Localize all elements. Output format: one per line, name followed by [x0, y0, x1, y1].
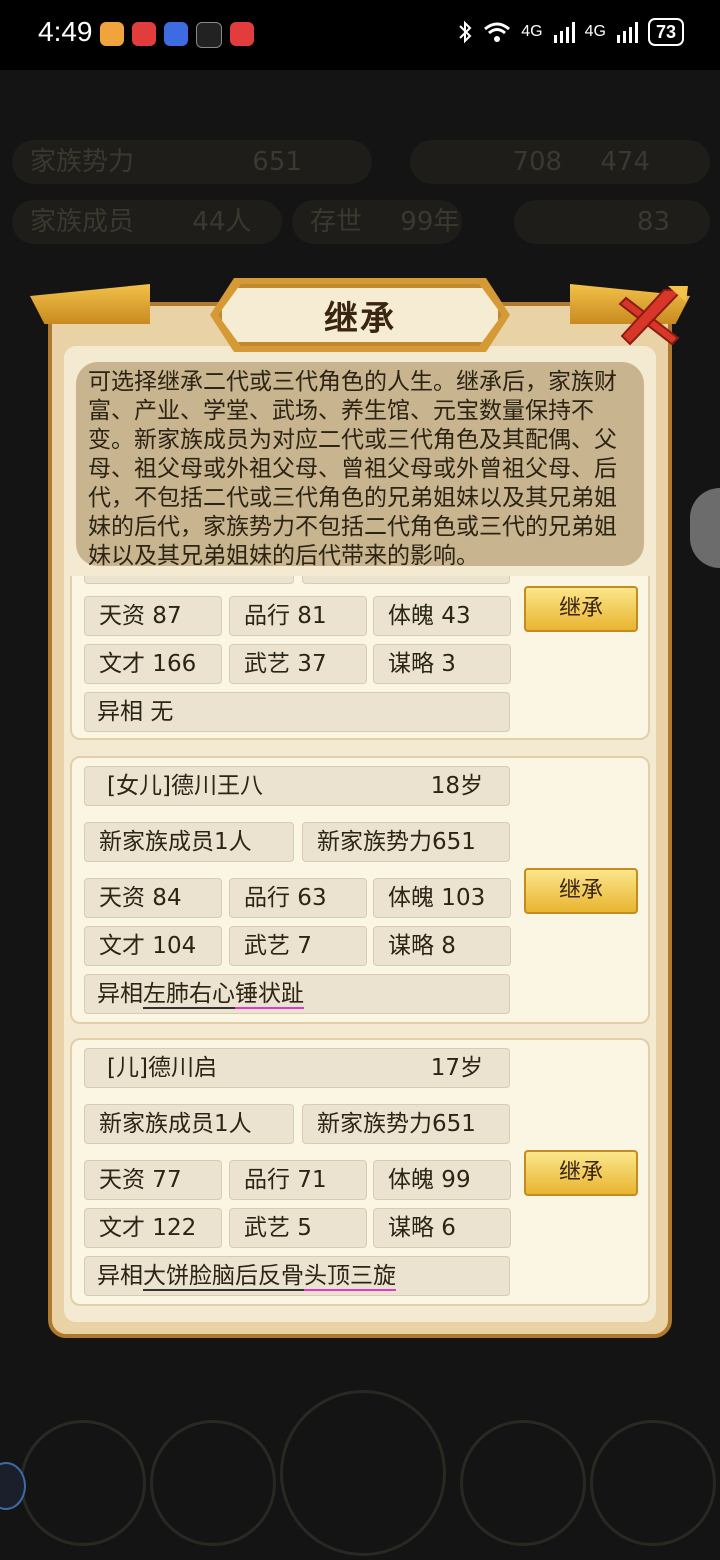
app-red-icon: [230, 22, 254, 46]
bg-family-power-value: 651: [252, 147, 302, 177]
bg-gems-value: 83: [636, 207, 670, 237]
dialog-title: 继承: [324, 298, 396, 339]
weibo-icon: [100, 22, 124, 46]
status-right: 4G 4G 73: [457, 18, 684, 46]
inherit-button[interactable]: 继承: [524, 586, 638, 632]
candidate-card: 天资 87 品行 81 体魄 43 文才 166 武艺 37 谋略 3 异相 无…: [70, 576, 650, 740]
inherit-button[interactable]: 继承: [524, 868, 638, 914]
close-icon: [618, 286, 688, 346]
new-power-pill: 新家族势力651: [302, 1104, 510, 1144]
bg-coins-value: 708: [512, 147, 563, 177]
wifi-icon: [484, 22, 511, 42]
notification-icons: [100, 22, 254, 48]
stat-moulue: 谋略 3: [373, 644, 511, 684]
bg-family-members: 家族成员 44人: [12, 200, 282, 244]
inherit-button[interactable]: 继承: [524, 1150, 638, 1196]
yixiang-trait[interactable]: 左肺右心: [143, 981, 235, 1009]
bg-alive: 存世 99年: [292, 200, 462, 244]
yixiang-label: 异相: [97, 699, 143, 725]
bg-gems: 83: [514, 200, 710, 244]
new-power-pill: 新家族势力651: [302, 822, 510, 862]
stat-pinxing: 品行 71: [229, 1160, 367, 1200]
stat-tianzi: 天资 87: [84, 596, 222, 636]
stat-tianzi: 天资 84: [84, 878, 222, 918]
description-text: 可选择继承二代或三代角色的人生。继承后，家族财富、产业、学堂、武场、养生馆、元宝…: [88, 369, 617, 569]
stat-tipo: 体魄 99: [373, 1160, 511, 1200]
yixiang-pill: 异相左肺右心锤状趾: [84, 974, 510, 1014]
bg-alive-label: 存世: [310, 207, 363, 237]
stat-wencai: 文才 166: [84, 644, 222, 684]
yixiang-trait: 无: [150, 699, 174, 725]
stat-wuyi: 武艺 37: [229, 644, 367, 684]
bg-alive-value: 99年: [400, 207, 460, 237]
stat-pinxing: 品行 63: [229, 878, 367, 918]
stat-moulue: 谋略 6: [373, 1208, 511, 1248]
description-box: 可选择继承二代或三代角色的人生。继承后，家族财富、产业、学堂、武场、养生馆、元宝…: [76, 362, 644, 569]
bg-nav-circle-3: [280, 1390, 446, 1556]
candidate-name: [儿]德川启: [107, 1055, 217, 1081]
new-members-pill: [84, 576, 294, 584]
bg-family-members-value: 44人: [192, 207, 252, 237]
yixiang-trait[interactable]: 脑后反骨: [212, 1263, 304, 1291]
signal-bars-icon-2: [616, 22, 638, 43]
candidate-card: [女儿]德川王八 18岁 新家族成员1人 新家族势力651 天资 84 品行 6…: [70, 756, 650, 1024]
stat-wencai: 文才 122: [84, 1208, 222, 1248]
signal-4g-icon-2: 4G: [584, 23, 606, 40]
yixiang-label: 异相: [97, 981, 143, 1007]
bg-coins: 708 474: [410, 140, 710, 184]
stat-tipo: 体魄 103: [373, 878, 511, 918]
title-plate: 继承: [218, 284, 502, 346]
close-button[interactable]: [612, 284, 692, 354]
candidate-list[interactable]: 天资 87 品行 81 体魄 43 文才 166 武艺 37 谋略 3 异相 无…: [70, 576, 650, 1310]
bg-nav-circle-5: [590, 1420, 716, 1546]
status-bar: 4:49 4G 4G 73: [0, 0, 720, 70]
new-members-pill: 新家族成员1人: [84, 1104, 294, 1144]
yixiang-trait[interactable]: 大饼脸: [143, 1263, 212, 1291]
bluetooth-icon: [459, 20, 472, 44]
yixiang-trait[interactable]: 锤状趾: [235, 981, 304, 1009]
yixiang-trait[interactable]: 头顶三旋: [304, 1263, 396, 1291]
candidate-age: 17岁: [430, 1055, 483, 1081]
bg-family-members-label: 家族成员: [30, 207, 135, 237]
bg-family-power-label: 家族势力: [30, 147, 135, 177]
signal-bars-icon: [553, 22, 575, 43]
new-members-pill: 新家族成员1人: [84, 822, 294, 862]
signal-4g-icon: 4G: [521, 23, 543, 40]
tieba-icon: [164, 22, 188, 46]
candidate-name: [女儿]德川王八: [107, 773, 263, 799]
stat-tianzi: 天资 77: [84, 1160, 222, 1200]
huawei-icon: [132, 22, 156, 46]
stat-tipo: 体魄 43: [373, 596, 511, 636]
bg-silver-value: 474: [600, 147, 650, 177]
stat-wencai: 文才 104: [84, 926, 222, 966]
bg-nav-circle-2: [150, 1420, 276, 1546]
bg-family-power: 家族势力 651: [12, 140, 372, 184]
candidate-card: [儿]德川启 17岁 新家族成员1人 新家族势力651 天资 77 品行 71 …: [70, 1038, 650, 1306]
candidate-age: 18岁: [430, 773, 483, 799]
battery-icon: 73: [647, 18, 684, 46]
bg-nav-circle-4: [460, 1420, 586, 1546]
status-time: 4:49: [38, 16, 93, 47]
yixiang-pill: 异相大饼脸脑后反骨头顶三旋: [84, 1256, 510, 1296]
stat-wuyi: 武艺 5: [229, 1208, 367, 1248]
candidate-name-pill: [儿]德川启 17岁: [84, 1048, 510, 1088]
yixiang-label: 异相: [97, 1263, 143, 1289]
yixiang-pill: 异相 无: [84, 692, 510, 732]
candidate-name-pill: [女儿]德川王八 18岁: [84, 766, 510, 806]
stat-wuyi: 武艺 7: [229, 926, 367, 966]
stat-pinxing: 品行 81: [229, 596, 367, 636]
tiktok-icon: [196, 22, 222, 48]
stat-moulue: 谋略 8: [373, 926, 511, 966]
new-power-pill: [302, 576, 510, 584]
bg-nav-circle-1: [20, 1420, 146, 1546]
